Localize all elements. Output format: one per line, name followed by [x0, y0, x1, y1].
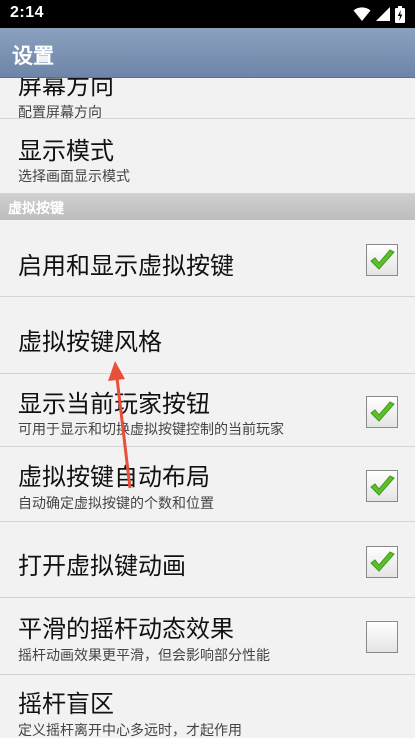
- battery-icon: [395, 5, 405, 23]
- setting-enable-virtual-keys[interactable]: 启用和显示虚拟按键: [0, 220, 415, 297]
- setting-title: 屏幕方向: [18, 78, 114, 100]
- setting-summary: 选择画面显示模式: [18, 169, 130, 185]
- setting-virtual-key-style[interactable]: 虚拟按键风格: [0, 297, 415, 374]
- enable-virtual-keys-checkbox[interactable]: [366, 244, 398, 276]
- section-header-virtual-keys: 虚拟按键: [0, 194, 415, 220]
- setting-title: 虚拟按键风格: [18, 328, 162, 356]
- show-current-player-checkbox[interactable]: [366, 396, 398, 428]
- setting-screen-orientation[interactable]: 屏幕方向 配置屏幕方向: [0, 78, 415, 121]
- setting-summary: 可用于显示和切换虚拟按键控制的当前玩家: [18, 422, 284, 438]
- status-icons: [353, 5, 405, 23]
- page-title: 设置: [12, 44, 54, 68]
- smooth-joystick-checkbox[interactable]: [366, 621, 398, 653]
- setting-joystick-deadzone[interactable]: 摇杆盲区 定义摇杆离开中心多远时，才起作用: [0, 675, 415, 738]
- settings-list[interactable]: 屏幕方向 配置屏幕方向 显示模式 选择画面显示模式 虚拟按键 启用和显示虚拟按键…: [0, 78, 415, 738]
- setting-summary: 自动确定虚拟按键的个数和位置: [18, 496, 214, 512]
- wifi-icon: [353, 7, 371, 21]
- check-icon: [370, 551, 395, 572]
- setting-title: 平滑的摇杆动态效果: [18, 615, 234, 643]
- status-time: 2:14: [10, 4, 45, 21]
- setting-title: 显示模式: [18, 137, 114, 165]
- setting-show-current-player[interactable]: 显示当前玩家按钮 可用于显示和切换虚拟按键控制的当前玩家: [0, 374, 415, 447]
- setting-summary: 摇杆动画效果更平滑，但会影响部分性能: [18, 648, 270, 664]
- auto-layout-checkbox[interactable]: [366, 470, 398, 502]
- status-bar: 2:14: [0, 0, 415, 28]
- signal-icon: [376, 7, 390, 21]
- section-label: 虚拟按键: [8, 201, 64, 217]
- setting-title: 打开虚拟键动画: [18, 552, 186, 580]
- setting-summary: 定义摇杆离开中心多远时，才起作用: [18, 723, 242, 738]
- setting-title: 显示当前玩家按钮: [18, 390, 210, 418]
- setting-key-animation[interactable]: 打开虚拟键动画: [0, 522, 415, 598]
- check-icon: [370, 475, 395, 496]
- setting-title: 虚拟按键自动布局: [18, 463, 210, 491]
- app-bar: 设置: [0, 28, 415, 78]
- setting-display-mode[interactable]: 显示模式 选择画面显示模式: [0, 119, 415, 194]
- key-animation-checkbox[interactable]: [366, 546, 398, 578]
- setting-title: 摇杆盲区: [18, 690, 114, 718]
- check-icon: [370, 401, 395, 422]
- check-icon: [370, 249, 395, 270]
- setting-smooth-joystick[interactable]: 平滑的摇杆动态效果 摇杆动画效果更平滑，但会影响部分性能: [0, 598, 415, 675]
- setting-title: 启用和显示虚拟按键: [18, 252, 234, 280]
- setting-auto-layout[interactable]: 虚拟按键自动布局 自动确定虚拟按键的个数和位置: [0, 447, 415, 522]
